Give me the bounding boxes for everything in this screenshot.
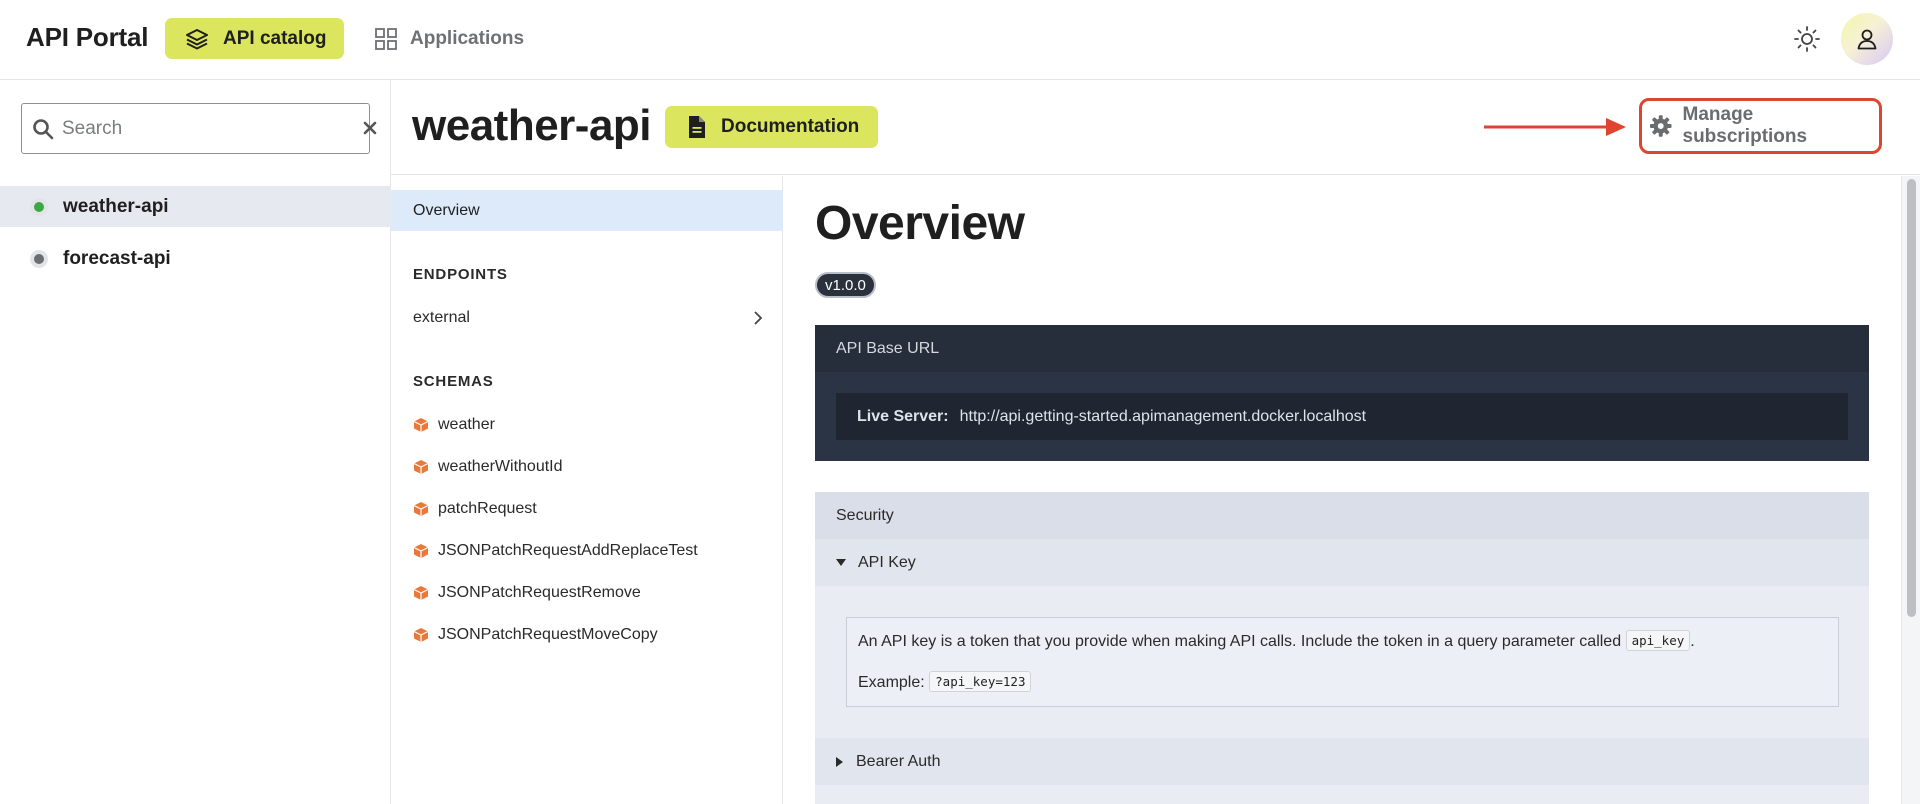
cube-icon	[413, 628, 429, 642]
status-indicator	[30, 250, 48, 268]
sidebar-item-forecast-api[interactable]: forecast-api	[0, 238, 391, 279]
cube-icon	[413, 502, 429, 516]
schema-label: patchRequest	[438, 500, 537, 517]
cube-icon	[413, 586, 429, 600]
cube-icon	[413, 460, 429, 474]
status-indicator	[30, 198, 48, 216]
annotation-arrow-icon	[1484, 118, 1626, 136]
bearer-auth-label: Bearer Auth	[856, 752, 941, 770]
schema-item[interactable]: patchRequest	[413, 494, 763, 524]
api-title: weather-api	[412, 101, 652, 150]
bearer-auth-toggle[interactable]: Bearer Auth	[815, 738, 1869, 785]
chevron-right-icon	[754, 311, 763, 325]
sidebar-item-weather-api[interactable]: weather-api	[0, 186, 391, 227]
page-title: Overview	[815, 197, 1025, 250]
sun-icon	[1794, 26, 1820, 52]
server-row: Live Server: http://api.getting-started.…	[836, 393, 1848, 440]
sidebar-item-label: weather-api	[63, 195, 169, 217]
schema-label: weather	[438, 416, 495, 433]
endpoints-heading: ENDPOINTS	[413, 266, 508, 283]
api-key-label: API Key	[858, 553, 916, 571]
gear-icon	[1649, 115, 1672, 137]
documentation-button-label: Documentation	[721, 116, 860, 137]
api-key-description: An API key is a token that you provide w…	[846, 617, 1839, 707]
brand-title[interactable]: API Portal	[26, 22, 148, 53]
nav-api-catalog[interactable]: API catalog	[165, 18, 344, 59]
nav-applications-label: Applications	[410, 27, 525, 49]
nav-api-catalog-label: API catalog	[223, 27, 327, 49]
example-value: ?api_key=123	[929, 671, 1032, 692]
base-url-heading: API Base URL	[815, 325, 1869, 372]
user-avatar-button[interactable]	[1841, 13, 1893, 65]
schema-label: weatherWithoutId	[438, 458, 563, 475]
grid-icon	[375, 27, 397, 50]
schema-item[interactable]: JSONPatchRequestMoveCopy	[413, 620, 763, 650]
user-icon	[1857, 29, 1877, 50]
example-label: Example:	[858, 674, 925, 691]
sidebar-item-label: forecast-api	[63, 247, 171, 269]
schema-item[interactable]: weatherWithoutId	[413, 452, 763, 482]
clear-search-icon[interactable]	[362, 120, 378, 136]
scrollbar-thumb[interactable]	[1907, 179, 1916, 617]
documentation-nav: Overview ENDPOINTS external SCHEMAS weat…	[391, 176, 783, 804]
search-icon	[33, 119, 54, 140]
nav-applications[interactable]: Applications	[374, 18, 524, 59]
schema-item[interactable]: weather	[413, 410, 763, 440]
schema-label: JSONPatchRequestAddReplaceTest	[438, 542, 698, 559]
schema-label: JSONPatchRequestMoveCopy	[438, 626, 658, 643]
api-key-text: An API key is a token that you provide w…	[858, 633, 1622, 650]
schema-item[interactable]: JSONPatchRequestAddReplaceTest	[413, 536, 763, 566]
security-heading: Security	[815, 492, 1869, 539]
search-box	[21, 103, 377, 154]
top-bar: API Portal API catalog Applications	[0, 0, 1920, 80]
documentation-button[interactable]: Documentation	[665, 106, 878, 148]
theme-toggle-button[interactable]	[1792, 24, 1822, 54]
api-key-toggle[interactable]: API Key	[815, 539, 1869, 586]
version-badge: v1.0.0	[815, 272, 876, 298]
caret-down-icon	[836, 558, 846, 566]
api-sidebar: weather-api forecast-api	[0, 80, 391, 804]
main-scrollbar[interactable]	[1901, 176, 1920, 804]
schema-label: JSONPatchRequestRemove	[438, 584, 641, 601]
manage-subscriptions-button[interactable]: Manage subscriptions	[1639, 98, 1882, 154]
endpoint-group-external[interactable]: external	[413, 303, 763, 333]
caret-right-icon	[836, 756, 843, 767]
search-input[interactable]	[62, 114, 332, 144]
cube-icon	[413, 418, 429, 432]
security-panel: Security API Key An API key is a token t…	[815, 492, 1869, 804]
layers-icon	[186, 28, 208, 49]
endpoint-group-label: external	[413, 309, 470, 326]
content-header: weather-api Documentation Manage subscri…	[391, 80, 1920, 175]
api-key-param: api_key	[1625, 630, 1691, 651]
server-label: Live Server:	[857, 407, 949, 425]
schema-item[interactable]: JSONPatchRequestRemove	[413, 578, 763, 608]
manage-subscriptions-label: Manage subscriptions	[1682, 104, 1808, 147]
server-url[interactable]: http://api.getting-started.apimanagement…	[960, 408, 1366, 426]
nav-overview[interactable]: Overview	[391, 190, 783, 231]
document-icon	[689, 116, 705, 138]
main-documentation: Overview v1.0.0 API Base URL Live Server…	[784, 176, 1900, 804]
cube-icon	[413, 544, 429, 558]
schemas-heading: SCHEMAS	[413, 373, 494, 390]
api-base-url-panel: API Base URL Live Server: http://api.get…	[815, 325, 1869, 461]
